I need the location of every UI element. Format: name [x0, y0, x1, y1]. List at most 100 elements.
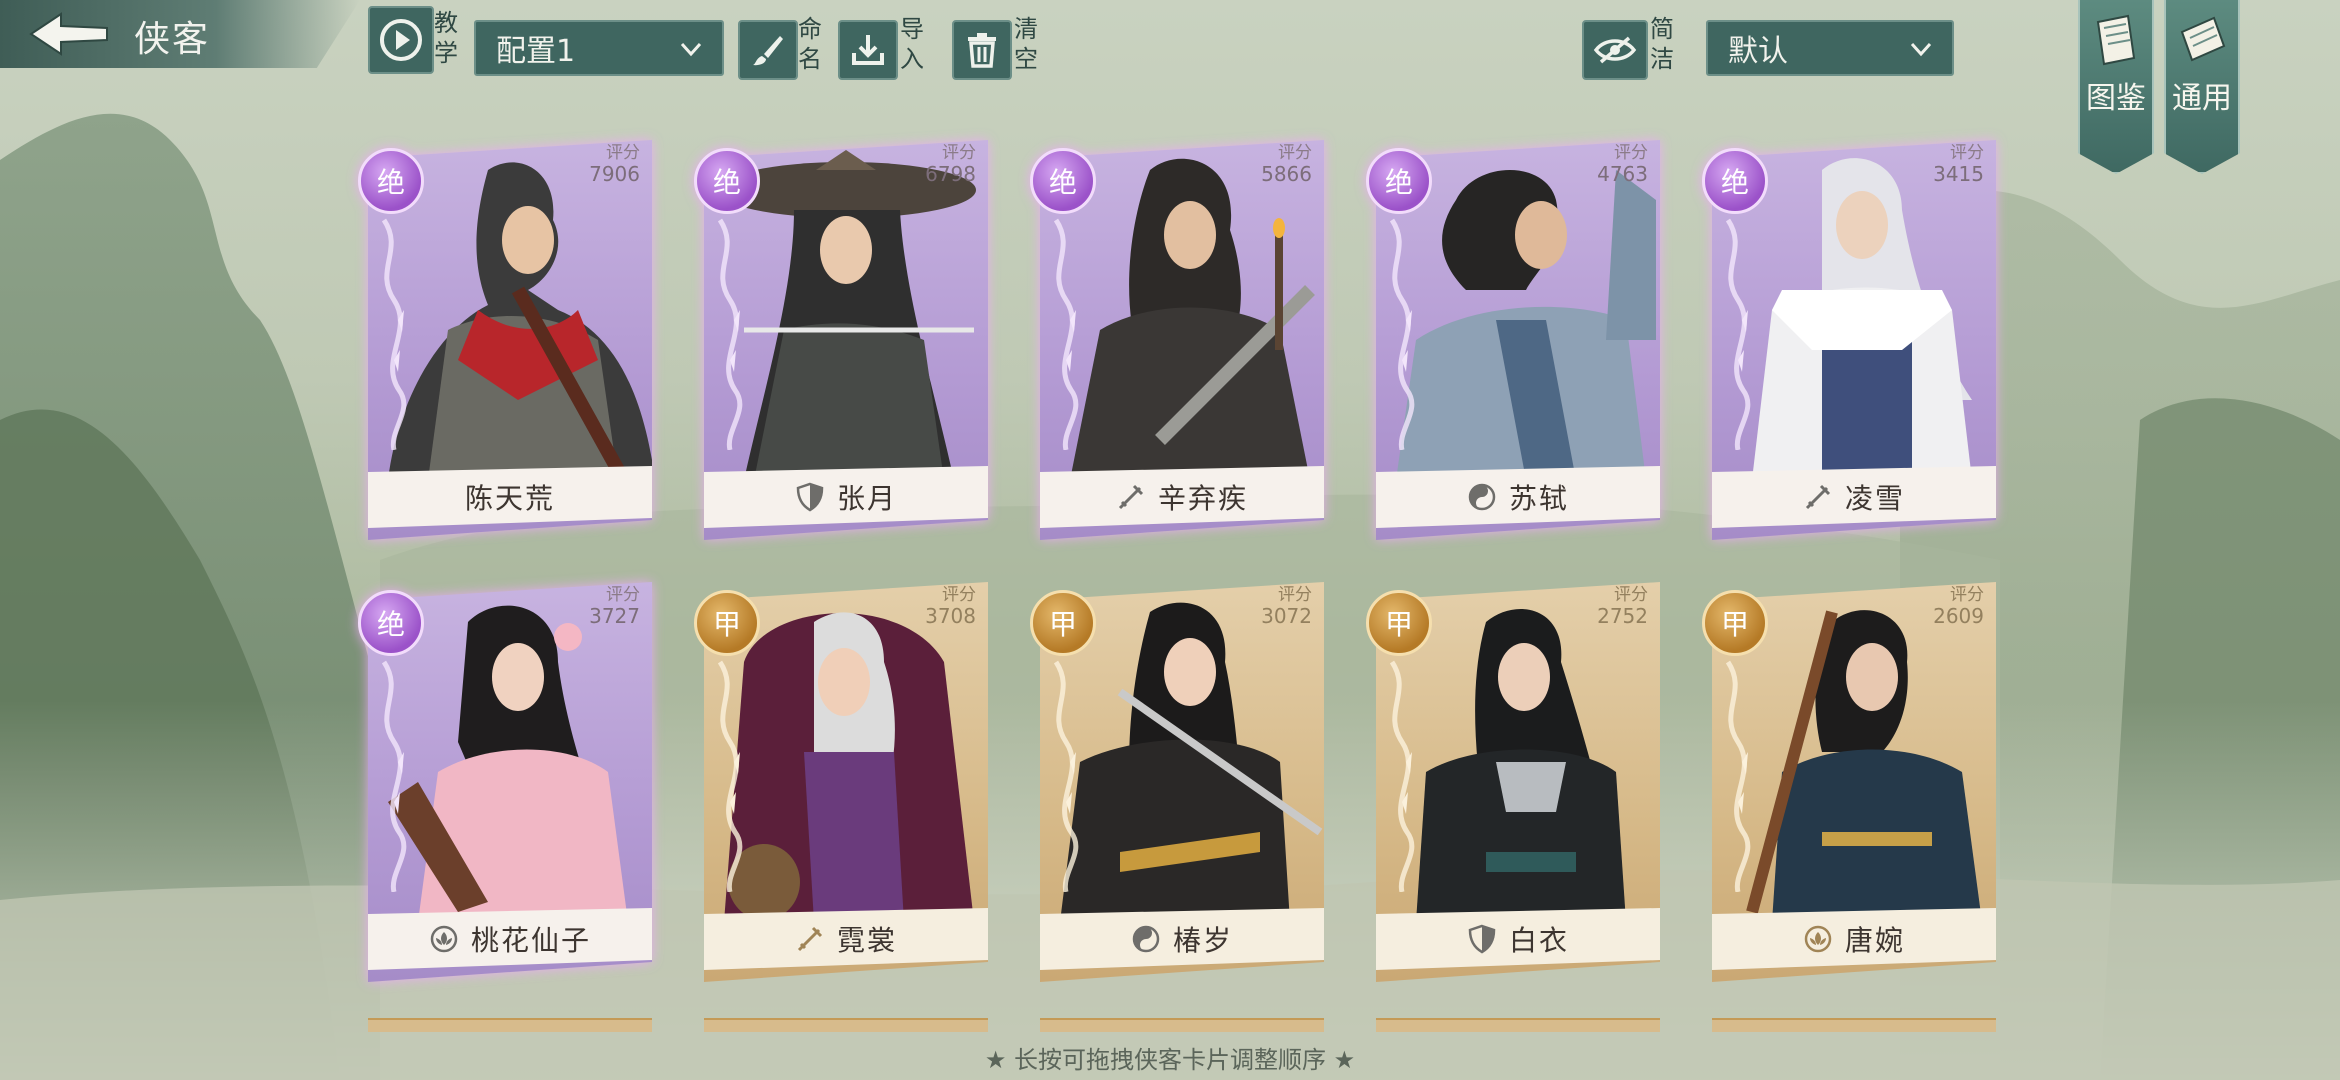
- config-select[interactable]: 配置1: [474, 20, 724, 76]
- clear-button[interactable]: [952, 20, 1012, 80]
- hero-card[interactable]: 绝 评分 4763 苏轼: [1366, 140, 1660, 540]
- rarity-ribbon: [1053, 218, 1079, 450]
- hero-name: 桃花仙子: [470, 924, 591, 957]
- hero-card-peek[interactable]: [1040, 1018, 1324, 1032]
- rarity-ribbon: [1389, 218, 1415, 450]
- clear-label: 清空: [1014, 15, 1038, 73]
- shield-icon: [796, 482, 824, 512]
- score-label: 评分: [942, 585, 976, 605]
- rarity-ribbon: [717, 660, 743, 892]
- rarity-badge: 绝: [1030, 148, 1096, 214]
- import-button[interactable]: [838, 20, 898, 80]
- score-value: 4763: [1597, 162, 1648, 186]
- rarity-badge: 绝: [1702, 148, 1768, 214]
- score-label: 评分: [1278, 143, 1312, 163]
- hero-card[interactable]: 绝 评分 5866 辛弃疾: [1030, 140, 1324, 540]
- chevron-down-icon: [1910, 42, 1932, 57]
- name-plate: 辛弃疾: [1040, 466, 1324, 528]
- score-value: 3072: [1261, 604, 1312, 628]
- import-label: 导入: [900, 15, 924, 73]
- brush-icon: [753, 36, 783, 66]
- general-label: 通用: [2172, 81, 2232, 116]
- score-label: 评分: [606, 143, 640, 163]
- hero-name: 陈天荒: [464, 482, 555, 515]
- sort-select[interactable]: 默认: [1706, 20, 1954, 76]
- hero-card[interactable]: 甲 评分 2752 白衣: [1366, 582, 1660, 982]
- score-label: 评分: [1950, 143, 1984, 163]
- rarity-ribbon: [1053, 660, 1079, 892]
- chevron-down-icon: [680, 42, 702, 57]
- download-icon: [852, 35, 884, 65]
- name-plate: 苏轼: [1376, 466, 1660, 528]
- score-label: 评分: [1950, 585, 1984, 605]
- rename-button[interactable]: [738, 20, 798, 80]
- score-value: 3708: [925, 604, 976, 628]
- book-icon: [2096, 14, 2136, 66]
- rename-label: 命名: [798, 15, 822, 73]
- hero-name: 辛弃疾: [1157, 482, 1248, 515]
- name-plate: 白衣: [1376, 908, 1660, 970]
- simple-toggle-button[interactable]: [1582, 20, 1648, 80]
- name-plate: 张月: [704, 466, 988, 528]
- sort-select-value: 默认: [1728, 34, 1788, 69]
- hero-name: 白衣: [1508, 924, 1569, 957]
- config-select-value: 配置1: [496, 34, 576, 69]
- rarity-badge: 绝: [694, 148, 760, 214]
- name-plate: 陈天荒: [368, 466, 652, 528]
- yinyang-icon: [1132, 925, 1160, 953]
- hero-card[interactable]: 绝 评分 7906 陈天荒: [358, 140, 652, 540]
- score-value: 5866: [1261, 162, 1312, 186]
- play-icon: [380, 19, 422, 61]
- back-arrow-icon: [29, 12, 108, 56]
- page-title: 侠客: [134, 19, 211, 60]
- hero-card[interactable]: 绝 评分 3727 桃花仙子: [358, 582, 652, 982]
- score-value: 7906: [589, 162, 640, 186]
- hero-card[interactable]: 绝 评分 3415 凌雪: [1702, 140, 1996, 540]
- rarity-badge: 绝: [358, 148, 424, 214]
- hero-name: 苏轼: [1508, 482, 1569, 515]
- sword-icon: [797, 926, 823, 952]
- rarity-ribbon: [381, 660, 407, 892]
- hero-card-peek[interactable]: [368, 1018, 652, 1032]
- rarity-ribbon: [717, 218, 743, 450]
- rarity-ribbon: [1389, 660, 1415, 892]
- codex-label: 图鉴: [2086, 81, 2146, 116]
- hero-card-grid: 绝 评分 7906 陈天荒 绝 评分 6798 张月 绝 评分 5866 辛弃疾…: [0, 0, 2340, 1080]
- rarity-ribbon: [1725, 218, 1751, 450]
- hero-name: 唐婉: [1844, 924, 1905, 957]
- general-tab[interactable]: 通用: [2164, 0, 2240, 174]
- score-label: 评分: [1278, 585, 1312, 605]
- hero-card[interactable]: 甲 评分 2609 唐婉: [1702, 582, 1996, 982]
- trash-icon: [968, 33, 996, 68]
- tutorial-label: 教学: [434, 9, 458, 67]
- hero-name: 椿岁: [1172, 924, 1233, 957]
- name-plate: 霓裳: [704, 908, 988, 970]
- rarity-badge: 绝: [358, 590, 424, 656]
- hero-card[interactable]: 绝 评分 6798 张月: [694, 140, 988, 540]
- rarity-ribbon: [1725, 660, 1751, 892]
- score-value: 3415: [1933, 162, 1984, 186]
- scroll-icon: [2180, 16, 2226, 62]
- hero-card-peek[interactable]: [1712, 1018, 1996, 1032]
- name-plate: 桃花仙子: [368, 908, 652, 970]
- score-value: 6798: [925, 162, 976, 186]
- codex-tab[interactable]: 图鉴: [2078, 0, 2154, 174]
- score-label: 评分: [942, 143, 976, 163]
- sword-icon: [1118, 484, 1144, 510]
- tutorial-button[interactable]: [368, 6, 434, 74]
- rarity-badge: 甲: [1030, 590, 1096, 656]
- eye-hidden-icon: [1593, 36, 1637, 64]
- hero-card-peek[interactable]: [704, 1018, 988, 1032]
- hero-card-peek[interactable]: [1376, 1018, 1660, 1032]
- rarity-badge: 甲: [694, 590, 760, 656]
- rarity-badge: 甲: [1366, 590, 1432, 656]
- shield-icon: [1468, 924, 1496, 954]
- rarity-badge: 绝: [1366, 148, 1432, 214]
- hero-name: 凌雪: [1844, 482, 1905, 515]
- hero-card[interactable]: 甲 评分 3708 霓裳: [694, 582, 988, 982]
- back-button[interactable]: [8, 6, 124, 62]
- sword-icon: [1805, 484, 1831, 510]
- name-plate: 椿岁: [1040, 908, 1324, 970]
- score-value: 2609: [1933, 604, 1984, 628]
- hero-card[interactable]: 甲 评分 3072 椿岁: [1030, 582, 1324, 982]
